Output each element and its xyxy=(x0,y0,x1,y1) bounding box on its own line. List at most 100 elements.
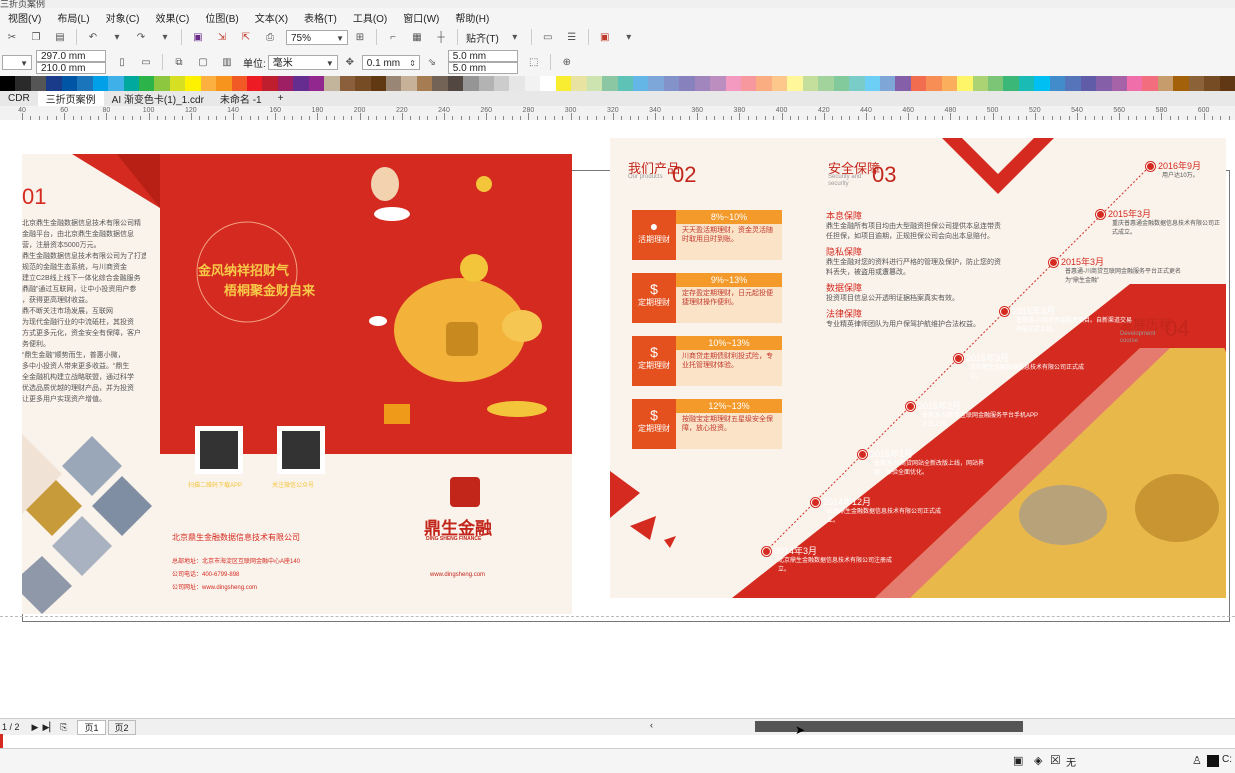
launch-icon[interactable]: ▣ xyxy=(598,30,612,44)
dup-y-input[interactable]: 5.0 mm xyxy=(447,62,518,74)
show-rulers-icon[interactable]: ⌐ xyxy=(386,30,400,44)
current-page-icon[interactable]: ▢ xyxy=(196,55,210,69)
color-swatch[interactable] xyxy=(15,76,31,91)
color-swatch[interactable] xyxy=(216,76,232,91)
color-swatch[interactable] xyxy=(1142,76,1158,91)
nudge-distance-input[interactable]: 0.1 mm ⇕ xyxy=(361,54,420,70)
color-swatch[interactable] xyxy=(123,76,139,91)
page-size-select[interactable]: ▼ xyxy=(2,54,32,70)
menu-view[interactable]: 视图(V) xyxy=(0,10,49,25)
color-swatch[interactable] xyxy=(694,76,711,91)
color-swatch[interactable] xyxy=(524,76,541,91)
color-swatch[interactable] xyxy=(30,76,47,91)
color-swatch[interactable] xyxy=(339,76,356,91)
color-swatch[interactable] xyxy=(370,76,386,91)
color-swatch[interactable] xyxy=(154,76,170,91)
drawing-canvas[interactable]: 01 北京鼎生金融数据信息技术有限公司精 金融平台，由北京鼎生金融数据信息 营，注册… xyxy=(0,120,1235,718)
color-swatch[interactable] xyxy=(92,76,109,91)
color-swatch[interactable] xyxy=(756,76,772,91)
all-pages-icon[interactable]: ⧉ xyxy=(172,55,186,69)
chevron-down-icon[interactable]: ▾ xyxy=(508,30,522,44)
color-swatch[interactable] xyxy=(679,76,695,91)
units-select[interactable]: 毫米 ▼ xyxy=(267,54,338,70)
export-icon[interactable]: ⇱ xyxy=(239,30,253,44)
undo-dropdown-icon[interactable]: ▾ xyxy=(110,30,124,44)
color-swatch[interactable] xyxy=(200,76,217,91)
color-swatch[interactable] xyxy=(586,76,603,91)
color-swatch[interactable] xyxy=(447,76,464,91)
welcome-screen-icon[interactable]: ▭ xyxy=(541,30,555,44)
treat-as-filled-icon[interactable]: ⬚ xyxy=(527,55,541,69)
color-swatch[interactable] xyxy=(247,76,263,91)
copy-icon[interactable]: ❐ xyxy=(29,30,43,44)
color-swatch[interactable] xyxy=(972,76,988,91)
page-width-input[interactable]: 297.0 mm xyxy=(36,50,106,62)
zoom-level-select[interactable]: 75% ▼ xyxy=(286,29,348,45)
color-swatch[interactable] xyxy=(555,76,572,91)
page-height-input[interactable]: 210.0 mm xyxy=(36,62,106,74)
menu-object[interactable]: 对象(C) xyxy=(98,10,148,25)
color-swatch[interactable] xyxy=(926,76,942,91)
color-swatch[interactable] xyxy=(833,76,850,91)
color-swatch[interactable] xyxy=(710,76,726,91)
color-swatch[interactable] xyxy=(509,76,525,91)
color-swatch[interactable] xyxy=(941,76,958,91)
color-swatch[interactable] xyxy=(741,76,757,91)
scroll-left-icon[interactable]: ‹ xyxy=(650,720,662,732)
undo-icon[interactable]: ↶ xyxy=(86,30,100,44)
menu-tools[interactable]: 工具(O) xyxy=(345,10,395,25)
color-swatch[interactable] xyxy=(648,76,664,91)
add-icon[interactable]: ⊕ xyxy=(560,55,574,69)
paste-icon[interactable]: ▤ xyxy=(53,30,67,44)
menu-table[interactable]: 表格(T) xyxy=(296,10,345,25)
search-content-icon[interactable]: ▣ xyxy=(191,30,205,44)
color-swatch[interactable] xyxy=(277,76,294,91)
color-swatch[interactable] xyxy=(725,76,741,91)
color-swatch[interactable] xyxy=(632,76,649,91)
color-swatch[interactable] xyxy=(432,76,448,91)
tab-ai-gradient[interactable]: AI 渐变色卡(1)_1.cdr xyxy=(104,91,212,106)
snap-to-dropdown[interactable]: 贴齐(T) xyxy=(466,30,499,45)
outline-pen-icon[interactable]: ♙ xyxy=(1192,754,1202,767)
add-page-icon[interactable]: ⎘ xyxy=(60,722,67,733)
color-swatch[interactable] xyxy=(1111,76,1127,91)
dup-x-input[interactable]: 5.0 mm xyxy=(447,50,518,62)
color-swatch[interactable] xyxy=(138,76,155,91)
menu-window[interactable]: 窗口(W) xyxy=(395,10,447,25)
color-swatch[interactable] xyxy=(849,76,865,91)
color-swatch[interactable] xyxy=(1219,76,1235,91)
page-tab-2[interactable]: 页2 xyxy=(107,719,136,735)
next-page-icon[interactable]: ▶ xyxy=(32,722,39,733)
color-swatch[interactable] xyxy=(1080,76,1097,91)
color-swatch[interactable] xyxy=(895,76,911,91)
color-swatch[interactable] xyxy=(494,76,510,91)
publish-pdf-icon[interactable]: ⎙ xyxy=(263,30,277,44)
color-swatch[interactable] xyxy=(401,76,417,91)
color-swatch[interactable] xyxy=(864,76,880,91)
color-swatch[interactable] xyxy=(61,76,78,91)
color-swatch[interactable] xyxy=(617,76,633,91)
import-icon[interactable]: ⇲ xyxy=(215,30,229,44)
color-swatch[interactable] xyxy=(1034,76,1050,91)
tab-cdr[interactable]: CDR xyxy=(0,93,38,104)
color-swatch[interactable] xyxy=(663,76,680,91)
fill-icon[interactable]: ◈ xyxy=(1034,754,1042,767)
color-swatch[interactable] xyxy=(416,76,433,91)
color-swatch[interactable] xyxy=(602,76,618,91)
horizontal-ruler[interactable]: 40 60 80 100 120 140 160 180 200 220 240 260 280 300 3… xyxy=(0,106,1235,121)
color-swatch[interactable] xyxy=(818,76,834,91)
redo-icon[interactable]: ↷ xyxy=(134,30,148,44)
color-swatch[interactable] xyxy=(46,76,62,91)
chevron-down-icon[interactable]: ▾ xyxy=(622,30,636,44)
tab-untitled[interactable]: 未命名 -1 xyxy=(212,91,270,106)
new-tab-icon[interactable]: + xyxy=(270,93,292,104)
options-icon[interactable]: ☰ xyxy=(565,30,579,44)
color-swatch[interactable] xyxy=(293,76,309,91)
color-swatch[interactable] xyxy=(1126,76,1143,91)
color-swatch[interactable] xyxy=(463,76,479,91)
color-swatch[interactable] xyxy=(385,76,402,91)
color-swatch[interactable] xyxy=(0,76,16,91)
color-swatch[interactable] xyxy=(77,76,93,91)
redo-dropdown-icon[interactable]: ▾ xyxy=(158,30,172,44)
color-swatch[interactable] xyxy=(1018,76,1035,91)
